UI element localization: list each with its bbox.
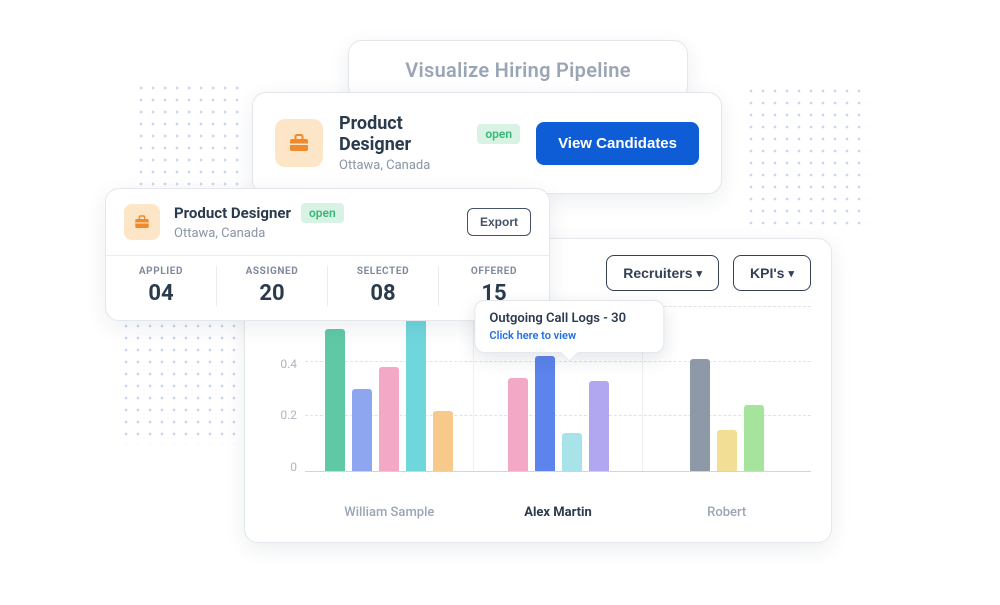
recruiters-dropdown[interactable]: Recruiters ▾ (606, 255, 719, 291)
x-axis-label[interactable]: Alex Martin (474, 505, 643, 520)
tooltip-title: Outgoing Call Logs - 30 (489, 311, 649, 326)
view-candidates-button[interactable]: View Candidates (536, 122, 699, 165)
x-axis-labels: William SampleAlex MartinRobert (305, 505, 811, 520)
briefcase-icon (124, 204, 160, 240)
job-info: Product Designer open Ottawa, Canada (339, 113, 520, 173)
y-tick: 0.4 (280, 357, 297, 371)
dot-grid-decoration (745, 85, 870, 230)
chart-bar[interactable] (535, 356, 555, 471)
job-location: Ottawa, Canada (339, 158, 520, 173)
chart-bar[interactable] (406, 312, 426, 471)
tooltip-link[interactable]: Click here to view (489, 329, 649, 342)
chart-bar[interactable] (562, 433, 582, 471)
x-axis-label[interactable]: Robert (642, 505, 811, 520)
export-button[interactable]: Export (467, 208, 531, 236)
page-title: Visualize Hiring Pipeline (405, 58, 631, 82)
y-axis: 0.60.40.20 (265, 307, 305, 472)
stat-value: 20 (217, 281, 327, 306)
x-axis-label[interactable]: William Sample (305, 505, 474, 520)
stat-label: SELECTED (328, 266, 438, 277)
chart-bar[interactable] (379, 367, 399, 471)
stat-label: APPLIED (106, 266, 216, 277)
job-title: Product Designer (339, 113, 467, 155)
stat-cell: APPLIED 04 (106, 266, 217, 306)
chart-bar[interactable] (352, 389, 372, 471)
bar-group (305, 307, 474, 471)
stat-value: 08 (328, 281, 438, 306)
status-badge: open (301, 203, 344, 223)
kpis-label: KPI's (750, 265, 784, 281)
briefcase-icon (275, 119, 323, 167)
stat-label: OFFERED (439, 266, 549, 277)
chart-area: 0.60.40.20 Outgoing Call Logs - 30Click … (265, 307, 811, 497)
bar-group (643, 307, 811, 471)
chart-bar[interactable] (744, 405, 764, 471)
dot-grid-decoration (120, 320, 245, 445)
y-tick: 0.2 (280, 408, 297, 422)
stat-value: 04 (106, 281, 216, 306)
chart-plot: Outgoing Call Logs - 30 Click here to vie… (305, 307, 811, 472)
status-badge: open (477, 124, 520, 144)
pipeline-title-card: Visualize Hiring Pipeline (348, 40, 688, 100)
chevron-down-icon: ▾ (696, 267, 702, 280)
stat-label: ASSIGNED (217, 266, 327, 277)
job-title: Product Designer (174, 204, 291, 222)
dot-grid-decoration (135, 82, 245, 192)
chart-bar[interactable] (717, 430, 737, 471)
job-info: Product Designer open Ottawa, Canada (174, 203, 453, 241)
stat-cell: ASSIGNED 20 (217, 266, 328, 306)
y-tick: 0 (290, 460, 297, 474)
bar-group: Outgoing Call Logs - 30Click here to vie… (474, 307, 643, 471)
chart-bar[interactable] (589, 381, 609, 471)
chart-bar[interactable] (325, 329, 345, 471)
recruiters-label: Recruiters (623, 265, 692, 281)
stat-cell: SELECTED 08 (328, 266, 439, 306)
kpis-dropdown[interactable]: KPI's ▾ (733, 255, 811, 291)
chart-tooltip: Outgoing Call Logs - 30 Click here to vie… (474, 300, 664, 353)
chart-bar[interactable] (690, 359, 710, 471)
chart-bar[interactable] (508, 378, 528, 471)
job-location: Ottawa, Canada (174, 226, 453, 241)
job-card: Product Designer open Ottawa, Canada Vie… (252, 92, 722, 194)
chevron-down-icon: ▾ (788, 267, 794, 280)
chart-bar[interactable] (433, 411, 453, 471)
